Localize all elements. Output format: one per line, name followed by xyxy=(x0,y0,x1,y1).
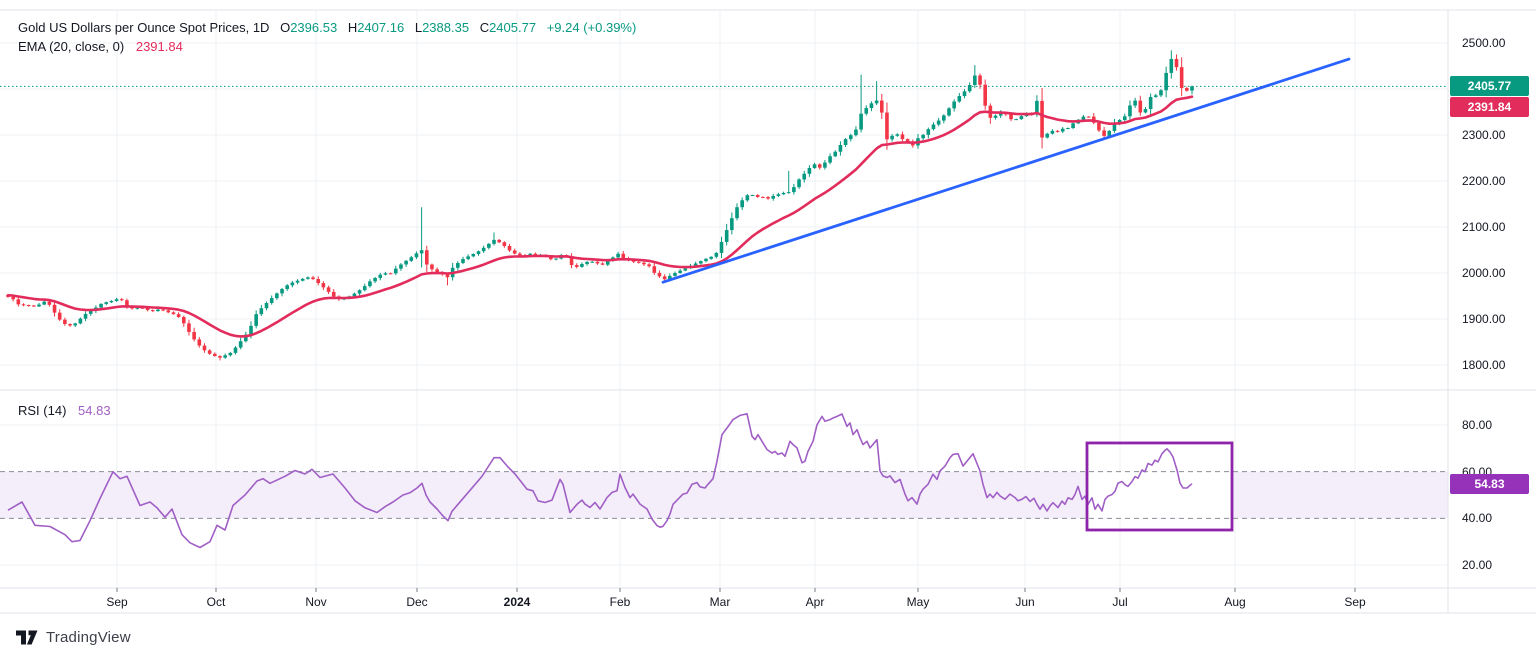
rsi-legend[interactable]: RSI (14) 54.83 xyxy=(18,403,111,418)
open-value: 2396.53 xyxy=(290,20,338,35)
chart-canvas[interactable] xyxy=(0,0,1536,658)
price-axis-label: 2300.00 xyxy=(1462,128,1506,142)
high-value: 2407.16 xyxy=(357,20,405,35)
ema-legend-row[interactable]: EMA (20, close, 0) 2391.84 xyxy=(18,37,636,56)
time-axis-label: 2024 xyxy=(503,595,531,609)
time-axis-label: Nov xyxy=(305,595,327,609)
time-axis-label: Sep xyxy=(1344,595,1366,609)
ema-line xyxy=(6,95,1194,338)
time-axis-label: Feb xyxy=(609,595,631,609)
open-label: O xyxy=(280,20,291,35)
price-axis-label: 1900.00 xyxy=(1462,312,1506,326)
candles-series xyxy=(6,50,1194,361)
time-axis-label: Sep xyxy=(106,595,128,609)
rsi-value-flag: 54.83 xyxy=(1450,473,1529,494)
rsi-axis-label: 40.00 xyxy=(1462,511,1493,526)
price-axis-label: 2100.00 xyxy=(1462,220,1506,234)
ema-price-flag: 2391.84 xyxy=(1450,97,1529,118)
tradingview-logo[interactable]: TradingView xyxy=(16,629,131,646)
symbol-legend-row[interactable]: Gold US Dollars per Ounce Spot Prices, 1… xyxy=(18,18,636,37)
time-axis-label: May xyxy=(906,595,930,609)
time-axis-label: Mar xyxy=(709,595,731,609)
rsi-value: 54.83 xyxy=(78,403,111,418)
tradingview-chart-app: Gold US Dollars per Ounce Spot Prices, 1… xyxy=(0,0,1536,658)
low-label: L xyxy=(414,20,423,35)
change-value: +9.24 (+0.39%) xyxy=(546,20,637,35)
rsi-label: RSI (14) xyxy=(18,403,67,418)
time-axis-label: Apr xyxy=(805,595,825,609)
tradingview-logo-icon xyxy=(16,630,38,645)
time-axis-label: Dec xyxy=(406,595,428,609)
annotation-backing xyxy=(1087,471,1232,519)
ema-label: EMA (20, close, 0) xyxy=(18,39,125,54)
price-axis-label: 2000.00 xyxy=(1462,266,1506,280)
symbol-title: Gold US Dollars per Ounce Spot Prices, 1… xyxy=(18,20,270,35)
price-axis-label: 2200.00 xyxy=(1462,174,1506,188)
rsi-axis-label: 80.00 xyxy=(1462,418,1493,432)
high-label: H xyxy=(347,20,358,35)
time-axis-label: Aug xyxy=(1224,595,1246,609)
price-axis-label: 1800.00 xyxy=(1462,358,1506,372)
tradingview-logo-text: TradingView xyxy=(46,629,131,646)
time-axis-label: Oct xyxy=(206,595,226,609)
close-label: C xyxy=(479,20,490,35)
low-value: 2388.35 xyxy=(422,20,470,35)
ema-value: 2391.84 xyxy=(135,39,183,54)
price-legend: Gold US Dollars per Ounce Spot Prices, 1… xyxy=(18,18,636,56)
time-axis-label: Jul xyxy=(1112,595,1128,609)
time-axis-label: Jun xyxy=(1015,595,1035,609)
rsi-axis-label: 20.00 xyxy=(1462,557,1493,572)
close-value: 2405.77 xyxy=(489,20,537,35)
last-price-flag: 2405.77 xyxy=(1450,76,1529,97)
trendline-drawing[interactable] xyxy=(661,57,1351,284)
price-axis-label: 2500.00 xyxy=(1462,36,1506,50)
